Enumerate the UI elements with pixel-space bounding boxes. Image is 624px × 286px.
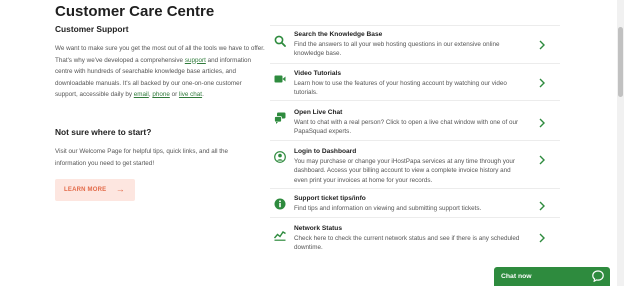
start-heading: Not sure where to start? xyxy=(55,127,152,137)
card-video-tutorials[interactable]: Video Tutorials Learn how to use the fea… xyxy=(270,63,560,100)
card-description: Find tips and information on viewing and… xyxy=(294,205,482,212)
search-icon xyxy=(273,34,286,47)
card-title: Video Tutorials xyxy=(294,70,342,77)
scrollbar-thumb[interactable] xyxy=(618,27,623,97)
chevron-right-icon xyxy=(538,230,546,243)
support-text-part: . xyxy=(202,91,204,99)
chat-now-label: Chat now xyxy=(501,273,532,280)
chevron-right-icon xyxy=(538,37,546,50)
network-status-icon xyxy=(273,228,286,241)
card-title: Network Status xyxy=(294,225,342,232)
scrollbar[interactable] xyxy=(617,0,624,286)
customer-support-text: We want to make sure you get the most ou… xyxy=(55,43,265,101)
card-dashboard[interactable]: Login to Dashboard You may purchase or c… xyxy=(270,140,560,192)
chevron-right-icon xyxy=(538,75,546,88)
card-knowledge-base[interactable]: Search the Knowledge Base Find the answe… xyxy=(270,25,560,68)
arrow-right-icon: → xyxy=(115,184,125,194)
card-description: Find the answers to all your web hosting… xyxy=(294,41,500,58)
card-title: Open Live Chat xyxy=(294,109,343,116)
video-icon xyxy=(273,72,286,85)
start-text: Visit our Welcome Page for helpful tips,… xyxy=(55,148,229,167)
learn-more-button[interactable]: LEARN MORE → xyxy=(55,179,135,201)
card-description: Check here to check the current network … xyxy=(294,235,520,252)
page-title: Customer Care Centre xyxy=(55,3,215,20)
email-link[interactable]: email xyxy=(134,91,149,98)
card-description: Learn how to use the features of your ho… xyxy=(294,80,507,97)
card-description: Want to chat with a real person? Click t… xyxy=(294,119,519,136)
user-icon xyxy=(273,150,286,163)
chat-bubbles-icon xyxy=(273,111,286,124)
live-chat-link[interactable]: live chat xyxy=(179,91,202,98)
customer-support-heading: Customer Support xyxy=(55,24,129,34)
card-network-status[interactable]: Network Status Check here to check the c… xyxy=(270,217,560,257)
info-icon xyxy=(273,197,286,210)
chat-now-widget[interactable]: Chat now xyxy=(494,267,610,286)
learn-more-label: LEARN MORE xyxy=(64,187,107,193)
chevron-right-icon xyxy=(538,198,546,211)
card-title: Support ticket tips/info xyxy=(294,195,366,202)
phone-link[interactable]: phone xyxy=(152,91,170,98)
chat-icon xyxy=(592,270,604,283)
chevron-right-icon xyxy=(538,152,546,165)
card-title: Login to Dashboard xyxy=(294,148,357,155)
customer-support-section: Customer Support We want to make sure yo… xyxy=(55,24,265,101)
card-description: You may purchase or change your iHostPap… xyxy=(294,158,515,184)
support-text-part: or xyxy=(169,91,179,99)
chevron-right-icon xyxy=(538,115,546,128)
card-title: Search the Knowledge Base xyxy=(294,31,383,38)
support-link[interactable]: support xyxy=(185,57,206,64)
card-live-chat[interactable]: Open Live Chat Want to chat with a real … xyxy=(270,100,560,140)
